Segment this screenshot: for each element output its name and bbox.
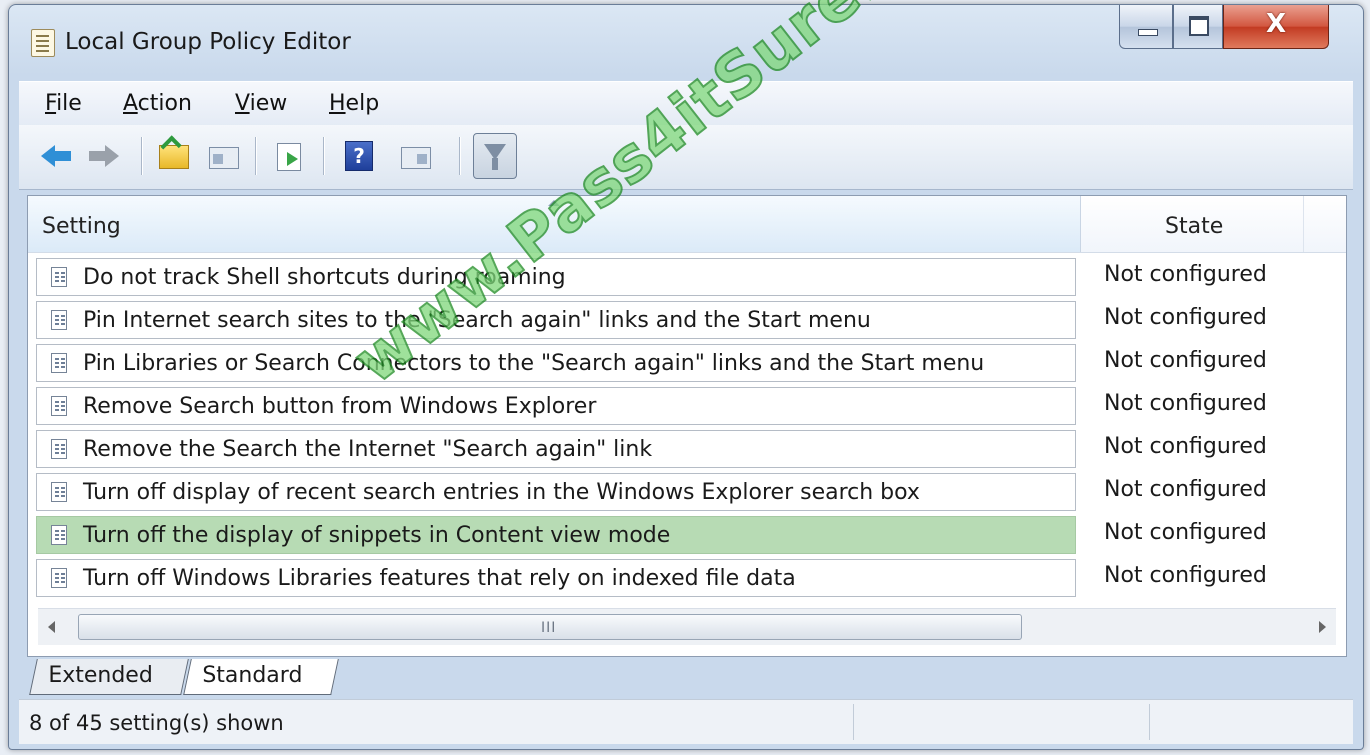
setting-state: Not configured bbox=[1104, 262, 1267, 287]
setting-name: Pin Libraries or Search Connectors to th… bbox=[83, 351, 985, 376]
setting-state: Not configured bbox=[1104, 348, 1267, 373]
status-divider bbox=[853, 704, 854, 740]
up-one-level-button[interactable] bbox=[157, 139, 191, 173]
forward-button[interactable] bbox=[89, 139, 123, 173]
settings-list: Setting State Do not track Shell shortcu… bbox=[27, 195, 1347, 657]
help-button[interactable]: ? bbox=[341, 139, 375, 173]
export-list-button[interactable] bbox=[273, 139, 307, 173]
maximize-button[interactable] bbox=[1173, 5, 1223, 49]
list-row[interactable]: Turn off the display of snippets in Cont… bbox=[36, 516, 1076, 554]
tab-extended-label: Extended bbox=[48, 663, 153, 688]
list-row[interactable]: Pin Libraries or Search Connectors to th… bbox=[36, 344, 1076, 382]
toolbar-separator bbox=[141, 137, 143, 175]
show-hide-action-pane-icon bbox=[401, 147, 431, 169]
filter-icon bbox=[484, 144, 506, 170]
status-divider bbox=[1149, 704, 1150, 740]
close-icon: X bbox=[1265, 9, 1287, 39]
setting-name: Remove the Search the Internet "Search a… bbox=[83, 437, 653, 462]
policy-setting-icon bbox=[51, 267, 67, 287]
setting-name: Remove Search button from Windows Explor… bbox=[83, 394, 597, 419]
policy-setting-icon bbox=[51, 525, 67, 545]
setting-name: Turn off display of recent search entrie… bbox=[83, 480, 920, 505]
tab-standard-label: Standard bbox=[202, 663, 303, 688]
policy-setting-icon bbox=[51, 439, 67, 459]
status-bar: 8 of 45 setting(s) shown bbox=[19, 699, 1353, 744]
toolbar-separator bbox=[255, 137, 257, 175]
back-arrow-icon bbox=[41, 145, 71, 167]
menu-view[interactable]: View bbox=[235, 91, 287, 116]
column-label-state: State bbox=[1165, 214, 1224, 239]
setting-name: Turn off the display of snippets in Cont… bbox=[83, 523, 671, 548]
policy-setting-icon bbox=[51, 310, 67, 330]
horizontal-scrollbar[interactable]: III bbox=[38, 608, 1336, 645]
show-hide-tree-icon bbox=[209, 147, 239, 169]
export-list-icon bbox=[277, 143, 301, 171]
toolbar-separator bbox=[459, 137, 461, 175]
title-bar[interactable]: Local Group Policy Editor X bbox=[9, 5, 1363, 77]
toolbar-separator bbox=[323, 137, 325, 175]
policy-setting-icon bbox=[51, 353, 67, 373]
list-header: Setting State bbox=[28, 196, 1346, 253]
setting-name: Turn off Windows Libraries features that… bbox=[83, 566, 796, 591]
window-title: Local Group Policy Editor bbox=[65, 29, 351, 55]
show-hide-tree-button[interactable] bbox=[207, 139, 241, 173]
view-tabs: Extended Standard bbox=[19, 657, 1353, 697]
status-text: 8 of 45 setting(s) shown bbox=[29, 711, 284, 735]
back-button[interactable] bbox=[41, 139, 75, 173]
policy-setting-icon bbox=[51, 396, 67, 416]
scroll-left-icon[interactable] bbox=[48, 621, 55, 633]
list-row[interactable]: Turn off display of recent search entrie… bbox=[36, 473, 1076, 511]
policy-setting-icon bbox=[51, 568, 67, 588]
document-icon bbox=[31, 29, 55, 57]
setting-state: Not configured bbox=[1104, 305, 1267, 330]
list-row[interactable]: Remove the Search the Internet "Search a… bbox=[36, 430, 1076, 468]
menu-action[interactable]: Action bbox=[123, 91, 192, 116]
setting-state: Not configured bbox=[1104, 434, 1267, 459]
maximize-icon bbox=[1189, 16, 1209, 36]
setting-state: Not configured bbox=[1104, 563, 1267, 588]
filter-button[interactable] bbox=[473, 133, 517, 179]
close-button[interactable]: X bbox=[1223, 5, 1329, 49]
column-label-setting: Setting bbox=[42, 214, 121, 239]
menu-file[interactable]: File bbox=[45, 91, 82, 116]
list-row[interactable]: Turn off Windows Libraries features that… bbox=[36, 559, 1076, 597]
minimize-button[interactable] bbox=[1119, 5, 1173, 49]
scroll-grip: III bbox=[541, 620, 557, 636]
show-hide-action-pane-button[interactable] bbox=[399, 139, 433, 173]
setting-state: Not configured bbox=[1104, 477, 1267, 502]
menu-help[interactable]: Help bbox=[329, 91, 379, 116]
minimize-icon bbox=[1138, 29, 1158, 36]
column-header-state[interactable]: State bbox=[1081, 196, 1304, 252]
setting-state: Not configured bbox=[1104, 520, 1267, 545]
tab-standard[interactable]: Standard bbox=[183, 659, 339, 695]
policy-setting-icon bbox=[51, 482, 67, 502]
setting-state: Not configured bbox=[1104, 391, 1267, 416]
scroll-thumb[interactable]: III bbox=[78, 614, 1022, 640]
help-icon: ? bbox=[345, 141, 373, 171]
up-folder-icon bbox=[159, 145, 189, 169]
list-row[interactable]: Pin Internet search sites to the "Search… bbox=[36, 301, 1076, 339]
tab-extended[interactable]: Extended bbox=[29, 659, 189, 695]
list-row[interactable]: Remove Search button from Windows Explor… bbox=[36, 387, 1076, 425]
forward-arrow-icon bbox=[89, 145, 119, 167]
scroll-right-icon[interactable] bbox=[1319, 621, 1326, 633]
